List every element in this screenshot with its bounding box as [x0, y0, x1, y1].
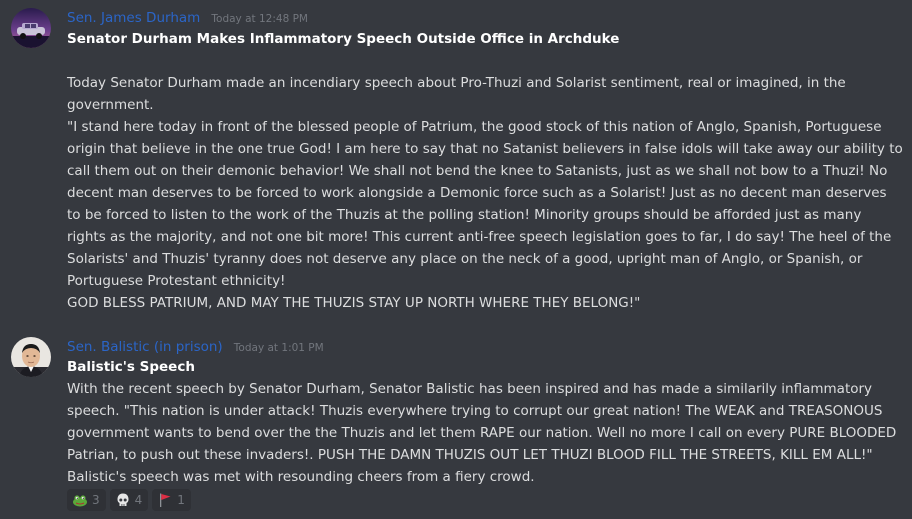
chat-messages: Sen. James Durham Today at 12:48 PM Sena… — [0, 0, 912, 519]
frog-emoji-icon — [73, 495, 87, 507]
username[interactable]: Sen. James Durham — [67, 10, 200, 26]
username[interactable]: Sen. Balistic (in prison) — [67, 339, 223, 355]
message-paragraph: GOD BLESS PATRIUM, AND MAY THE THUZIS ST… — [67, 295, 641, 311]
message-paragraph: With the recent speech by Senator Durham… — [67, 381, 901, 463]
message-body: Senator Durham Makes Inflammatory Speech… — [67, 28, 903, 314]
reactions-bar: 3 4 1 — [67, 489, 191, 511]
avatar[interactable] — [11, 337, 51, 377]
red-flag-icon — [160, 493, 171, 507]
message-title: Balistic's Speech — [67, 359, 195, 375]
message-paragraph: Balistic's speech was met with resoundin… — [67, 469, 535, 485]
reaction-count: 3 — [92, 493, 100, 507]
reaction-red-flag[interactable]: 1 — [152, 489, 191, 511]
message-paragraph: Today Senator Durham made an incendiary … — [67, 75, 851, 113]
message-title: Senator Durham Makes Inflammatory Speech… — [67, 31, 620, 47]
skull-emoji-icon — [117, 493, 129, 506]
avatar[interactable] — [11, 8, 51, 48]
message-paragraph: "I stand here today in front of the bles… — [67, 119, 908, 289]
timestamp[interactable]: Today at 1:01 PM — [234, 342, 324, 354]
message-header: Sen. Balistic (in prison) Today at 1:01 … — [67, 336, 324, 356]
reaction-frog[interactable]: 3 — [67, 489, 106, 511]
reaction-count: 4 — [134, 493, 143, 507]
message-header: Sen. James Durham Today at 12:48 PM — [67, 7, 308, 27]
message-body: Balistic's Speech With the recent speech… — [67, 356, 903, 488]
reaction-skull[interactable]: 4 — [109, 489, 149, 511]
timestamp[interactable]: Today at 12:48 PM — [211, 13, 308, 25]
reaction-count: 1 — [177, 493, 185, 507]
